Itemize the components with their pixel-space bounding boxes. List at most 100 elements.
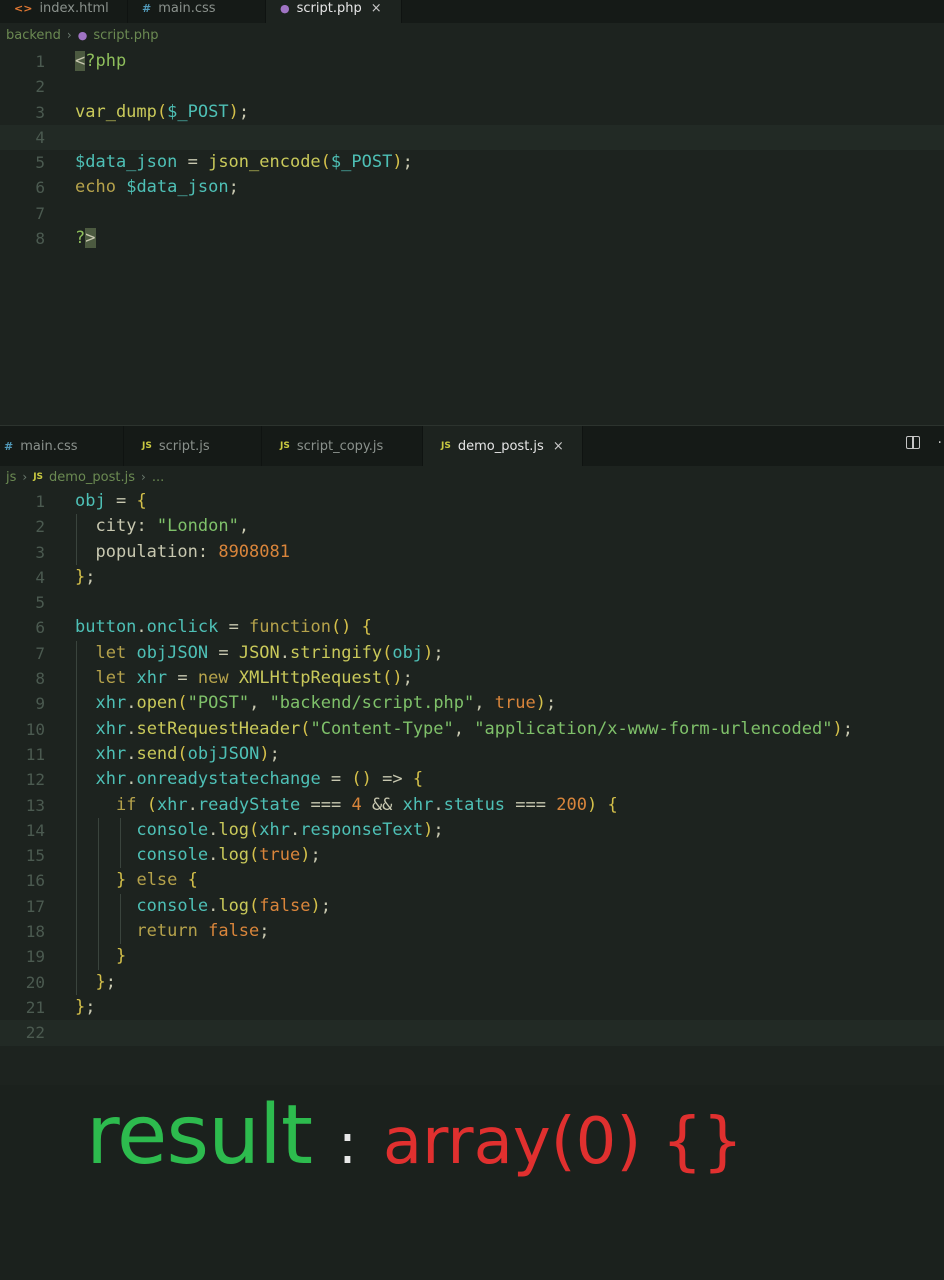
- line-number: 20: [25, 972, 45, 992]
- php-editor-pane: <> index.html # main.css ● script.php × …: [0, 0, 944, 425]
- code-line: 1 obj = {: [0, 489, 944, 514]
- code-line: 1 <?php: [0, 49, 944, 74]
- line-number: 13: [25, 795, 45, 815]
- line-number: 16: [25, 871, 45, 891]
- tab-label: script.php: [296, 1, 362, 16]
- code-line: 3 var_dump($_POST);: [0, 100, 944, 125]
- line-number: 4: [35, 567, 45, 587]
- line-number: 14: [25, 820, 45, 840]
- code-line: 18 return false;: [0, 919, 944, 944]
- code-line: 19 }: [0, 944, 944, 969]
- php-editor-tabbar: <> index.html # main.css ● script.php ×: [0, 0, 944, 23]
- tab-label: main.css: [20, 438, 78, 454]
- code-line: 8 ?>: [0, 226, 944, 251]
- line-number: 1: [35, 492, 45, 511]
- line-number: 22: [25, 1023, 45, 1043]
- breadcrumb-folder[interactable]: backend: [6, 28, 61, 43]
- html-file-icon: <>: [14, 2, 33, 15]
- js-file-icon: JS: [142, 441, 152, 451]
- code-line: 8 let xhr = new XMLHttpRequest();: [0, 666, 944, 691]
- code-line: 5 $data_json = json_encode($_POST);: [0, 150, 944, 175]
- php-code-area[interactable]: 1 <?php 2 3 var_dump($_POST); 4 5 $data_jso…: [0, 49, 944, 251]
- line-number: 6: [35, 178, 45, 198]
- line-number: 8: [35, 229, 45, 249]
- tab-label: script_copy.js: [296, 438, 384, 454]
- code-line: 6 echo $data_json;: [0, 175, 944, 200]
- js-file-icon: JS: [280, 441, 290, 451]
- code-line: 7: [0, 201, 944, 226]
- code-line: 13 if (xhr.readyState === 4 && xhr.statu…: [0, 793, 944, 818]
- result-annotation: result : array(0) {}: [86, 1088, 743, 1183]
- code-line: 10 xhr.setRequestHeader("Content-Type", …: [0, 717, 944, 742]
- tab-label: demo_post.js: [457, 438, 544, 454]
- php-file-icon: ●: [280, 2, 290, 15]
- breadcrumb-file[interactable]: script.php: [93, 28, 158, 43]
- js-file-icon: JS: [441, 441, 451, 451]
- line-number: 1: [35, 52, 45, 71]
- code-line: 15 console.log(true);: [0, 843, 944, 868]
- split-editor-icon[interactable]: [906, 436, 920, 449]
- code-line: 4: [0, 124, 944, 151]
- code-line: 6 button.onclick = function() {: [0, 615, 944, 640]
- code-line: 16 } else {: [0, 868, 944, 893]
- tab-main-css[interactable]: # main.css: [0, 426, 124, 466]
- line-number: 5: [35, 153, 45, 173]
- js-code-area[interactable]: 1 obj = { 2 city: "London", 3 population:…: [0, 489, 944, 1046]
- breadcrumb-file[interactable]: demo_post.js: [49, 470, 135, 485]
- tab-script-js[interactable]: JS script.js: [124, 426, 262, 466]
- css-file-icon: #: [4, 439, 14, 453]
- result-value: array(0) {}: [382, 1105, 744, 1179]
- line-number: 9: [35, 694, 45, 714]
- line-number: 17: [25, 896, 45, 916]
- css-file-icon: #: [142, 2, 152, 15]
- line-number: 21: [25, 997, 45, 1017]
- breadcrumb-folder[interactable]: js: [6, 470, 16, 485]
- line-number: 7: [35, 643, 45, 663]
- code-line: 7 let objJSON = JSON.stringify(obj);: [0, 641, 944, 666]
- code-line: 5: [0, 590, 944, 615]
- tab-script-php[interactable]: ● script.php ×: [266, 0, 402, 23]
- code-line: 11 xhr.send(objJSON);: [0, 742, 944, 767]
- code-line: 2 city: "London",: [0, 514, 944, 539]
- close-icon[interactable]: ×: [553, 439, 564, 454]
- line-number: 8: [35, 669, 45, 689]
- code-line: 17 console.log(false);: [0, 894, 944, 919]
- close-icon[interactable]: ×: [371, 1, 382, 16]
- line-number: 15: [25, 846, 45, 866]
- chevron-right-icon: ›: [22, 470, 28, 484]
- tab-script-copy-js[interactable]: JS script_copy.js: [262, 426, 423, 466]
- breadcrumb: js › JS demo_post.js › ...: [0, 466, 944, 488]
- code-line: 3 population: 8908081: [0, 540, 944, 565]
- js-editor-tabbar: # main.css JS script.js JS script_copy.j…: [0, 425, 944, 466]
- tab-label: index.html: [39, 1, 109, 16]
- chevron-right-icon: ›: [141, 470, 146, 484]
- tab-index-html[interactable]: <> index.html: [0, 0, 128, 23]
- line-number: 4: [35, 127, 45, 147]
- code-line: 2: [0, 74, 944, 99]
- tab-main-css[interactable]: # main.css: [128, 0, 266, 23]
- tab-label: main.css: [158, 1, 216, 16]
- line-number: 19: [25, 947, 45, 967]
- tab-demo-post-js[interactable]: JS demo_post.js ×: [423, 426, 583, 466]
- line-number: 2: [35, 517, 45, 537]
- line-number: 10: [25, 719, 45, 739]
- chevron-right-icon: ›: [66, 28, 72, 42]
- line-number: 12: [25, 770, 45, 790]
- breadcrumb: backend › ● script.php: [0, 24, 944, 46]
- breadcrumb-symbol[interactable]: ...: [152, 470, 164, 485]
- more-actions-icon[interactable]: ·: [938, 435, 942, 451]
- code-line: 20 };: [0, 970, 944, 995]
- code-line: 9 xhr.open("POST", "backend/script.php",…: [0, 691, 944, 716]
- code-line: 21};: [0, 995, 944, 1020]
- code-line: 12 xhr.onreadystatechange = () => {: [0, 767, 944, 792]
- line-number: 2: [35, 77, 45, 97]
- line-number: 3: [35, 102, 45, 122]
- php-file-icon: ●: [77, 28, 88, 42]
- js-file-icon: JS: [33, 472, 44, 482]
- code-line: 4};: [0, 565, 944, 590]
- result-colon: :: [338, 1112, 357, 1177]
- code-line: 14 console.log(xhr.responseText);: [0, 818, 944, 843]
- line-number: 5: [35, 593, 45, 613]
- result-label: result: [86, 1088, 313, 1183]
- code-line: 22: [0, 1020, 944, 1046]
